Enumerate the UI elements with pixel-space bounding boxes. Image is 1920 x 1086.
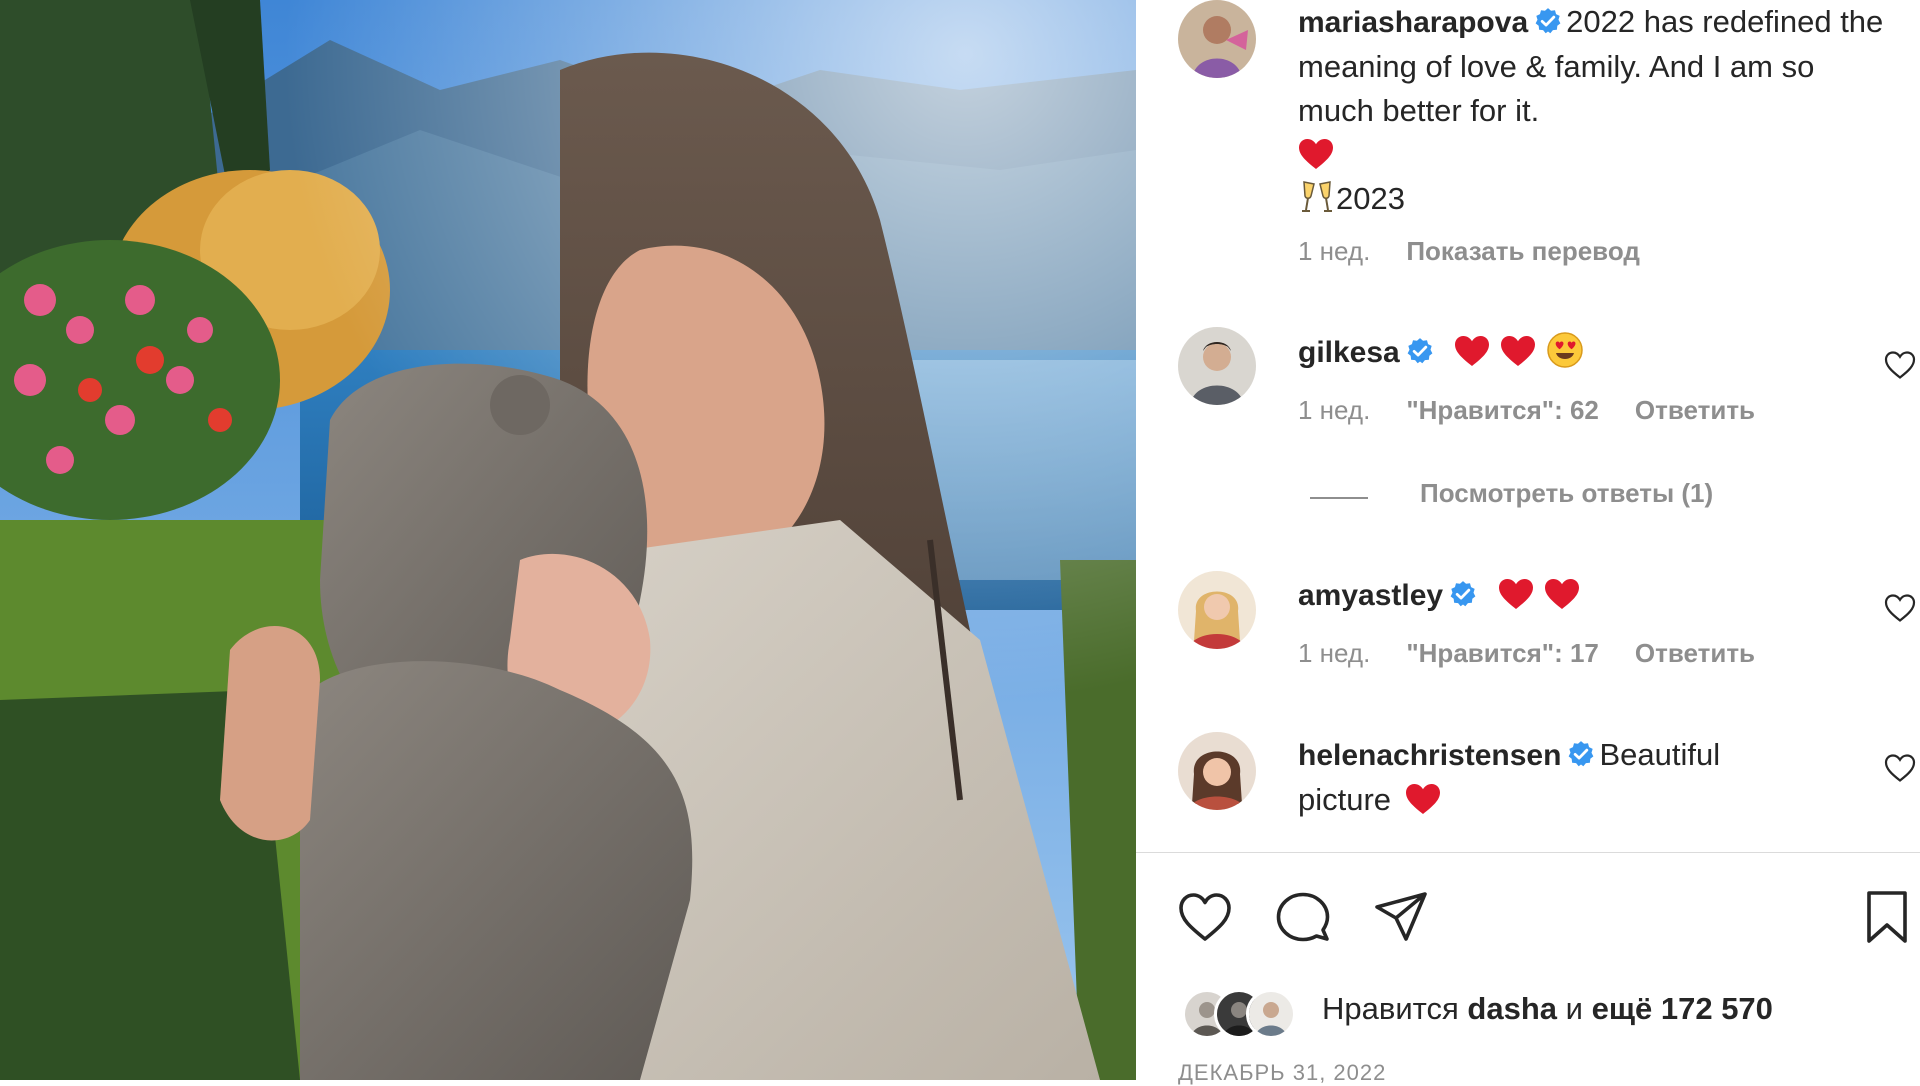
comment-username[interactable]: amyastley [1298,579,1443,612]
likes-user[interactable]: dasha [1467,991,1557,1026]
comment-text: Beautiful [1599,737,1721,772]
red-heart-icon [1500,335,1536,367]
comment-time: 1 нед. [1298,395,1371,425]
likes-text[interactable]: Нравится dasha и ещё 172 570 [1322,991,1773,1027]
champagne-glasses-icon [1298,178,1336,216]
comment-like-count[interactable]: "Нравится": 62 [1406,395,1599,425]
caption-meta: 1 нед. Показать перевод [1298,236,1676,267]
show-translation-link[interactable]: Показать перевод [1406,236,1640,266]
comment-avatar-helenachristensen[interactable] [1178,732,1256,810]
paper-plane-icon[interactable] [1372,888,1430,946]
caption-time: 1 нед. [1298,236,1371,266]
heart-eyes-emoji-icon [1546,331,1584,369]
post-date[interactable]: ДЕКАБРЬ 31, 2022 [1178,1060,1386,1086]
post-photo[interactable] [0,0,1136,1080]
replies-line [1310,496,1368,499]
comment-username[interactable]: gilkesa [1298,336,1400,369]
comment-username[interactable]: helenachristensen [1298,739,1561,772]
reply-button[interactable]: Ответить [1635,395,1755,425]
comment-avatar-gilkesa[interactable] [1178,327,1256,405]
comment-meta: 1 нед. "Нравится": 62 Ответить [1298,395,1791,426]
reply-button[interactable]: Ответить [1635,638,1755,668]
view-replies-label[interactable]: Посмотреть ответы (1) [1420,478,1713,508]
caption-year: 2023 [1336,181,1405,216]
verified-badge-icon [1567,740,1595,768]
comment-avatar-amyastley[interactable] [1178,571,1256,649]
red-heart-icon [1298,138,1334,170]
red-heart-icon [1454,335,1490,367]
liker-avatar[interactable] [1246,989,1296,1039]
likes-conj: и [1565,991,1583,1026]
author-avatar[interactable] [1178,0,1256,78]
verified-badge-icon [1406,337,1434,365]
instagram-post: mariasharapova 2022 has redefined the mea… [0,0,1920,1085]
bookmark-icon[interactable] [1858,888,1916,946]
post-caption: mariasharapova 2022 has redefined the mea… [1298,0,1898,221]
comment-text: picture [1298,782,1392,817]
likes-prefix: Нравится [1322,991,1459,1026]
comment-like-count[interactable]: "Нравится": 17 [1406,638,1599,668]
photo-mother-child-lake [0,0,1136,1080]
red-heart-icon [1498,578,1534,610]
verified-badge-icon [1534,7,1562,35]
comment-like-heart-icon[interactable] [1884,593,1916,623]
comment-gilkesa: gilkesa [1298,330,1920,375]
comment-amyastley: amyastley [1298,573,1920,618]
view-replies[interactable]: Посмотреть ответы (1) [1310,478,1920,509]
verified-badge-icon [1449,580,1477,608]
comment-helenachristensen: helenachristensen Beautiful picture [1298,733,1858,822]
likes-count[interactable]: ещё 172 570 [1592,991,1773,1026]
speech-bubble-icon[interactable] [1274,888,1332,946]
red-heart-icon [1544,578,1580,610]
heart-outline-icon[interactable] [1176,888,1234,946]
comment-meta: 1 нед. "Нравится": 17 Ответить [1298,638,1791,669]
red-heart-icon [1405,783,1441,815]
comments-panel: mariasharapova 2022 has redefined the mea… [1136,0,1920,1085]
actions-divider [1136,852,1920,853]
comment-time: 1 нед. [1298,638,1371,668]
author-username[interactable]: mariasharapova [1298,6,1528,39]
comment-like-heart-icon[interactable] [1884,350,1916,380]
comment-like-heart-icon[interactable] [1884,753,1916,783]
